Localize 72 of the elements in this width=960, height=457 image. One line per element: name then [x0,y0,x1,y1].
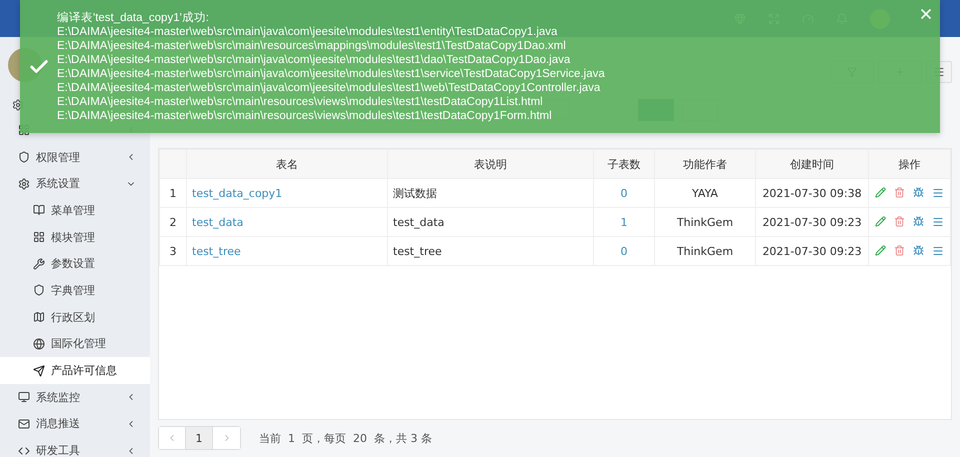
shield-icon [33,284,45,296]
trash-icon[interactable] [894,187,905,198]
trash-icon[interactable] [894,216,905,227]
table-cell: 3 [160,236,186,266]
column-header: 表说明 [388,150,594,178]
column-header: 操作 [868,150,950,178]
grid-icon [33,231,45,244]
column-header: 表名 [186,150,388,178]
file-path: E:\DAIMA\jeesite4-master\web\src\main\resources\views\modules\test1\testDataCopy1Form.html [57,108,553,122]
close-button[interactable] [918,6,934,22]
sidebar-item[interactable]: 行政区划 [0,304,150,330]
sidebar-item[interactable]: 消息推送 [0,410,150,438]
bug-icon[interactable] [913,216,924,227]
table-cell: 2 [160,208,186,236]
menu-icon[interactable] [932,187,944,199]
count-link[interactable]: 0 [594,178,654,208]
pencil-icon[interactable] [875,245,886,256]
table-cell: ThinkGem [654,208,756,236]
table-cell: 1 [160,178,186,208]
send-icon [33,364,45,377]
pencil-icon[interactable] [875,187,886,198]
mail-icon [18,418,30,430]
sidebar-item[interactable]: 系统设置 [0,170,150,198]
shield-icon [18,151,30,164]
count-link[interactable]: 1 [594,208,654,236]
table-cell: 2021-07-30 09:23 [756,236,868,266]
gear-icon [18,178,30,190]
file-path: E:\DAIMA\jeesite4-master\web\src\main\resources\mappings\modules\test1\TestDataCopy1Dao.xml [57,38,567,52]
wrench-icon [33,258,45,270]
toast-title: 编译表'test_data_copy1'成功: [57,10,210,24]
close-icon [918,6,934,22]
table-link[interactable]: test_data [186,208,388,236]
sidebar-item[interactable]: 研发工具 [0,437,150,457]
count-link[interactable]: 0 [594,236,654,266]
sidebar-item[interactable]: 模块管理 [0,224,150,250]
table-cell: 2021-07-30 09:23 [756,208,868,236]
column-header: 创建时间 [756,150,868,178]
trash-icon[interactable] [894,245,905,256]
sidebar-item[interactable]: 菜单管理 [0,197,150,224]
file-path: E:\DAIMA\jeesite4-master\web\src\main\java\com\jeesite\modules\test1\web\TestDataCopy1Controller.java [57,80,602,94]
map-icon [33,311,45,324]
table-cell: YAYA [654,178,756,208]
bug-icon[interactable] [913,187,924,198]
page-button[interactable]: 1 [186,427,213,449]
sidebar-item[interactable]: 权限管理 [0,144,150,170]
sidebar-item[interactable]: 字典管理 [0,277,150,304]
sidebar-item[interactable]: 产品许可信息 [0,357,150,384]
menu-icon[interactable] [932,216,944,228]
table-cell: ThinkGem [654,236,756,266]
table-link[interactable]: test_tree [186,236,388,266]
monitor-icon [18,391,30,404]
book-icon [33,204,45,216]
globe-icon [33,338,45,350]
sidebar-item[interactable]: 国际化管理 [0,330,150,358]
menu-icon[interactable] [932,245,944,257]
sidebar-item[interactable]: 参数设置 [0,250,150,278]
table-link[interactable]: test_data_copy1 [186,178,388,208]
pencil-icon[interactable] [875,216,886,227]
column-header: 功能作者 [654,150,756,178]
file-path: E:\DAIMA\jeesite4-master\web\src\main\java\com\jeesite\modules\test1\entity\TestDataCopy1.java [57,24,558,38]
file-path: E:\DAIMA\jeesite4-master\web\src\main\resources\views\modules\test1\testDataCopy1List.html [57,94,544,108]
table-cell: 测试数据 [388,178,594,208]
table-cell: test_tree [388,236,594,266]
code-icon [18,444,30,457]
bug-icon[interactable] [913,245,924,256]
file-path: E:\DAIMA\jeesite4-master\web\src\main\java\com\jeesite\modules\test1\dao\TestDataCopy1Dao.java [57,52,572,66]
page-info: 当前 1 页，每页 20 条，共 3 条 [259,430,432,446]
file-path: E:\DAIMA\jeesite4-master\web\src\main\java\com\jeesite\modules\test1\service\TestDataCopy1Service.java [57,66,605,80]
table-cell: 2021-07-30 09:38 [756,178,868,208]
table-cell: test_data [388,208,594,236]
column-header: 子表数 [594,150,654,178]
sidebar-item[interactable]: 系统监控 [0,384,150,411]
